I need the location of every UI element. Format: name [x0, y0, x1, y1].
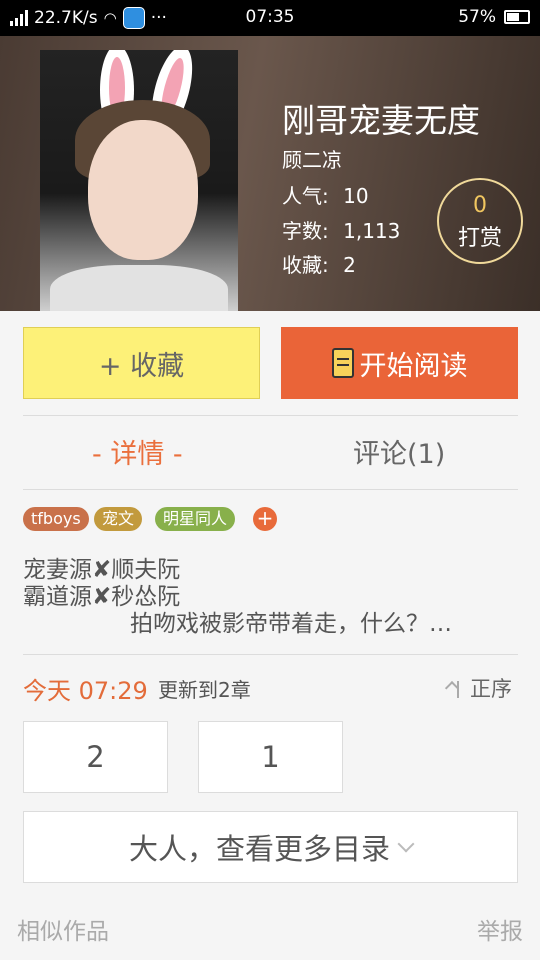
view-more-catalog-label: 大人，查看更多目录	[128, 832, 390, 866]
popularity-label: 人气:	[282, 184, 329, 208]
description-line: 霸道源✘秒怂阮	[23, 584, 181, 610]
start-reading-label: 开始阅读	[359, 350, 468, 382]
reward-button[interactable]: 0 打赏	[437, 178, 523, 264]
reward-count: 0	[473, 193, 487, 218]
favorites-label: 收藏:	[282, 253, 329, 277]
report-link[interactable]: 举报	[477, 912, 523, 946]
book-title: 刚哥宠妻无度	[282, 101, 480, 140]
description-line: 宠妻源✘顺夫阮	[23, 557, 181, 583]
battery-icon	[504, 10, 530, 24]
sort-toggle[interactable]: 正序	[450, 673, 512, 703]
divider	[23, 654, 518, 655]
word-count-value: 1,113	[343, 219, 401, 243]
sort-label: 正序	[470, 677, 512, 701]
battery-percent: 57%	[458, 7, 496, 27]
add-tag-button[interactable]: +	[253, 507, 277, 531]
status-bar: 22.7K/s ◠ ··· 07:35 57%	[0, 0, 540, 36]
tag-celebrity-fanfic[interactable]: 明星同人	[155, 507, 236, 531]
add-favorite-button[interactable]: + 收藏	[23, 327, 260, 399]
tag-tfboys[interactable]: tfboys	[23, 507, 89, 531]
chapter-item[interactable]: 2	[23, 721, 168, 793]
book-cover[interactable]	[40, 50, 238, 311]
popularity-row: 人气: 10	[282, 180, 369, 209]
favorites-row: 收藏: 2	[282, 249, 356, 278]
divider	[23, 415, 518, 416]
chevron-down-icon	[397, 835, 415, 853]
popularity-value: 10	[343, 184, 369, 208]
divider	[23, 489, 518, 490]
chapter-item[interactable]: 1	[198, 721, 343, 793]
tab-comments[interactable]: 评论(1)	[353, 432, 445, 471]
start-reading-button[interactable]: 开始阅读	[281, 327, 518, 399]
author-name[interactable]: 顾二凉	[282, 144, 342, 173]
reward-label: 打赏	[457, 226, 502, 251]
similar-works-link[interactable]: 相似作品	[17, 912, 109, 946]
word-count-label: 字数:	[282, 219, 329, 243]
favorites-value: 2	[343, 253, 356, 277]
update-time: 今天 07:29	[23, 677, 148, 705]
update-status: 更新到2章	[158, 678, 251, 702]
arrow-up-icon	[450, 678, 466, 698]
word-count-row: 字数: 1,113	[282, 215, 400, 244]
tab-detail[interactable]: - 详情 -	[92, 432, 183, 471]
view-more-catalog-button[interactable]: 大人，查看更多目录	[23, 811, 518, 883]
book-header: 刚哥宠妻无度 顾二凉 人气: 10 字数: 1,113 收藏: 2 0 打赏	[0, 36, 540, 311]
tag-pet-romance[interactable]: 宠文	[94, 507, 143, 531]
book-icon	[331, 348, 354, 378]
description-line: 拍吻戏被影帝带着走，什么？…	[130, 611, 452, 637]
